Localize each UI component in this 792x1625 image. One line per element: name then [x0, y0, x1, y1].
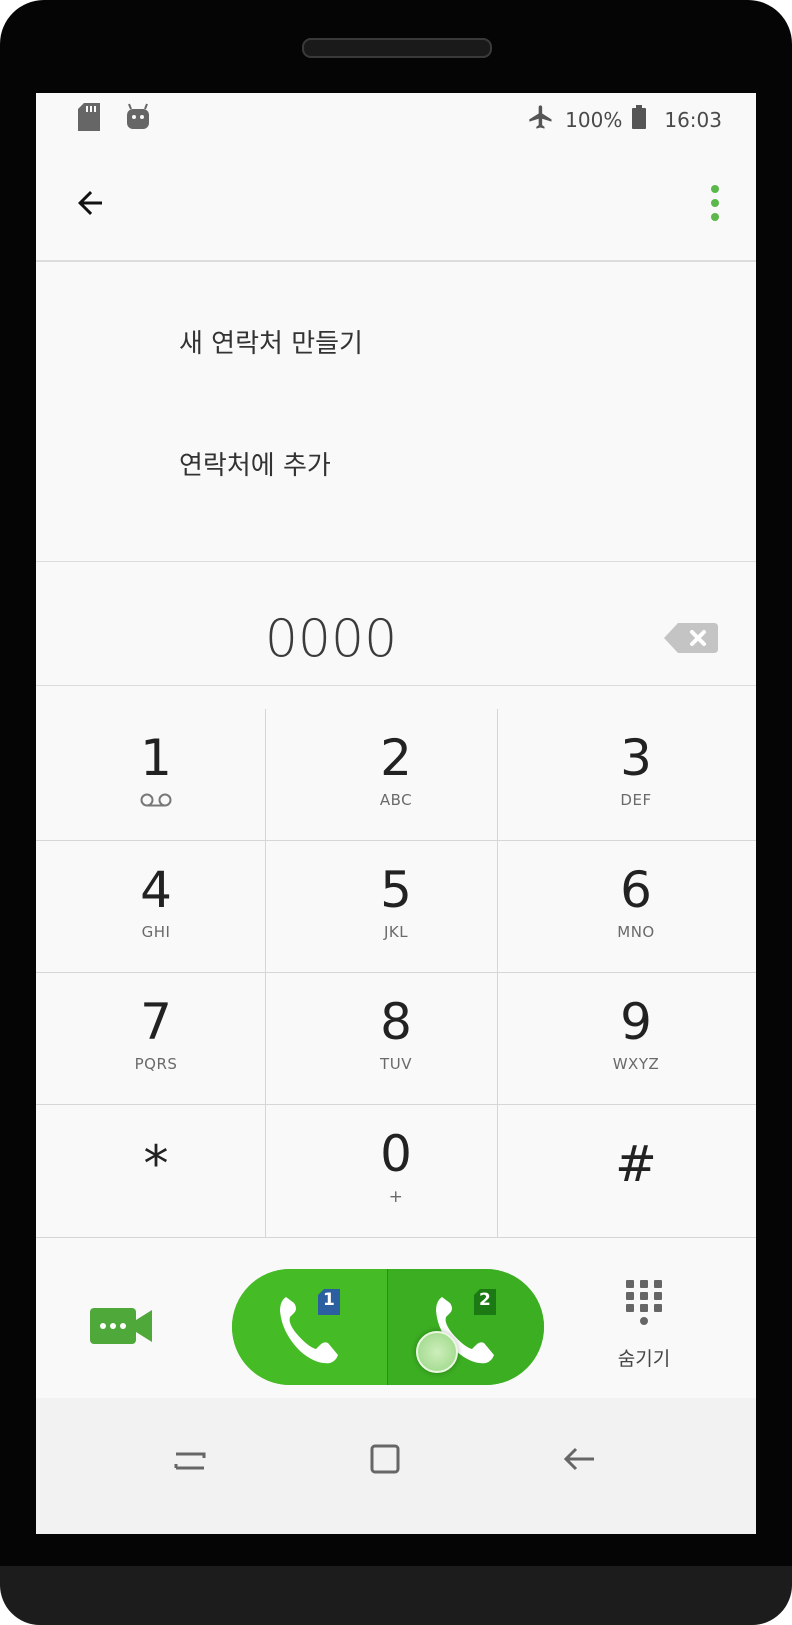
key-star[interactable]: * [36, 1105, 276, 1237]
grid-line [265, 709, 266, 1238]
dialpad: 1 2 ABC 3 DEF 4 GHI 5 JKL 6 MNO 7 PQRS 8… [36, 709, 756, 1238]
earpiece-speaker [302, 38, 492, 58]
video-call-icon[interactable] [90, 1306, 162, 1346]
hide-label: 숨기기 [617, 1348, 671, 1370]
key-digit: 8 [380, 993, 412, 1051]
phone-bottom-bezel [0, 1566, 792, 1625]
key-digit: 6 [620, 861, 652, 919]
call-actions: 1 2 숨기기 [36, 1238, 756, 1398]
battery-percent: 100% [565, 107, 623, 132]
call-button-group: 1 2 [232, 1269, 544, 1385]
key-9[interactable]: 9 WXYZ [516, 973, 756, 1105]
clock: 16:03 [664, 107, 722, 132]
arrow-left-icon[interactable] [72, 185, 112, 225]
navigation-bar [36, 1398, 756, 1534]
grid-line [497, 709, 498, 1238]
key-2[interactable]: 2 ABC [276, 709, 516, 841]
phone-screen: 100% 16:03 새 연락처 만들기 연락처에 추가 0000 1 2 AB… [36, 93, 756, 1534]
sim2-label: 2 [479, 1290, 491, 1310]
grid-line [36, 840, 756, 841]
key-8[interactable]: 8 TUV [276, 973, 516, 1105]
grid-line [36, 1104, 756, 1105]
key-4[interactable]: 4 GHI [36, 841, 276, 973]
key-digit: 9 [620, 993, 652, 1051]
key-letters: WXYZ [612, 1055, 660, 1073]
key-digit: 4 [140, 861, 172, 919]
dialpad-icon [626, 1280, 662, 1325]
backspace-icon[interactable] [664, 623, 718, 653]
key-letters: TUV [380, 1055, 412, 1073]
android-icon [126, 103, 150, 135]
call-sim1-button[interactable]: 1 [232, 1269, 387, 1385]
key-letters: ABC [379, 791, 413, 809]
more-vertical-icon[interactable] [708, 183, 722, 227]
key-3[interactable]: 3 DEF [516, 709, 756, 841]
touch-indicator [416, 1331, 458, 1373]
key-letters: PQRS [134, 1055, 178, 1073]
battery-icon [632, 105, 647, 134]
app-bar [36, 143, 756, 263]
key-5[interactable]: 5 JKL [276, 841, 516, 973]
key-digit: # [615, 1135, 657, 1193]
create-contact-item[interactable]: 새 연락처 만들기 [36, 289, 756, 399]
key-digit: 1 [140, 729, 172, 787]
sim1-label: 1 [323, 1290, 335, 1310]
number-display: 0000 [36, 583, 756, 709]
key-7[interactable]: 7 PQRS [36, 973, 276, 1105]
call-sim2-button[interactable]: 2 [388, 1269, 544, 1385]
key-1[interactable]: 1 [36, 709, 276, 841]
key-0[interactable]: 0 + [276, 1105, 516, 1237]
key-letters: MNO [617, 923, 655, 941]
key-digit: * [143, 1135, 169, 1193]
key-digit: 3 [620, 729, 652, 787]
key-letters: JKL [383, 923, 409, 941]
divider [36, 260, 756, 262]
key-digit: 2 [380, 729, 412, 787]
sd-card-icon [78, 103, 100, 135]
key-digit: 5 [380, 861, 412, 919]
add-to-contact-item[interactable]: 연락처에 추가 [36, 411, 756, 521]
voicemail-icon [36, 793, 276, 811]
back-icon[interactable] [548, 1428, 608, 1488]
key-letters: GHI [141, 923, 171, 941]
divider [36, 685, 756, 686]
key-letters: + [388, 1187, 404, 1207]
add-to-contact-label: 연락처에 추가 [179, 451, 331, 481]
grid-line [36, 972, 756, 973]
home-icon[interactable] [354, 1428, 414, 1488]
key-letters: DEF [620, 791, 652, 809]
key-digit: 0 [380, 1125, 412, 1183]
divider [36, 561, 756, 562]
key-hash[interactable]: # [516, 1105, 756, 1237]
hide-keypad-button[interactable]: 숨기기 [596, 1278, 692, 1388]
airplane-mode-icon [527, 103, 555, 136]
recents-icon[interactable] [160, 1428, 220, 1488]
key-digit: 7 [140, 993, 172, 1051]
status-bar: 100% 16:03 [36, 93, 756, 143]
dialed-number[interactable]: 0000 [36, 609, 626, 669]
key-6[interactable]: 6 MNO [516, 841, 756, 973]
create-contact-label: 새 연락처 만들기 [179, 329, 363, 359]
